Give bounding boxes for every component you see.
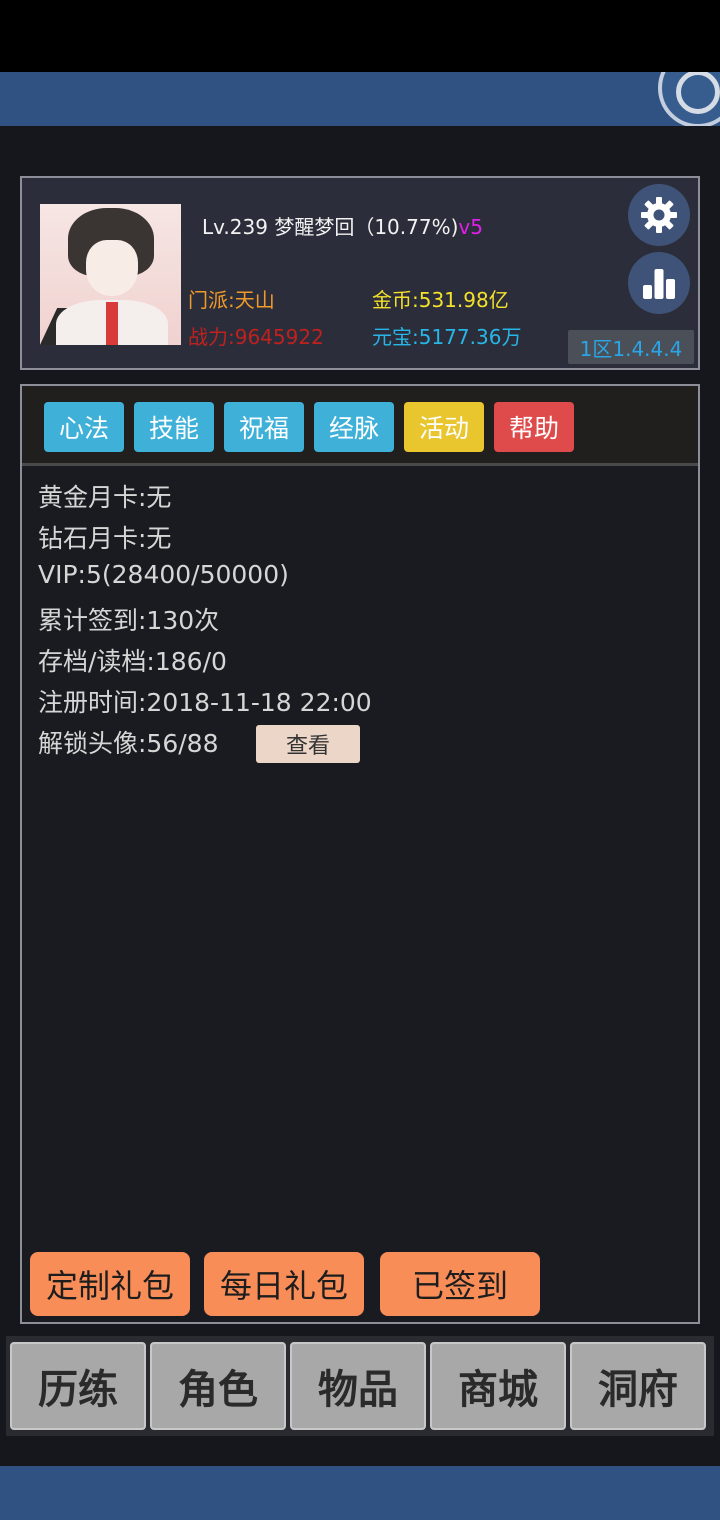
level-name-text: Lv.239 梦醒梦回（10.77%) bbox=[202, 215, 459, 239]
register-time: 注册时间:2018-11-18 22:00 bbox=[38, 688, 372, 717]
nav-character[interactable]: 角色 bbox=[150, 1342, 286, 1430]
nav-training[interactable]: 历练 bbox=[10, 1342, 146, 1430]
gear-icon bbox=[641, 197, 677, 233]
combat-power-text: 战力:9645922 bbox=[188, 325, 324, 349]
nav-shop[interactable]: 商城 bbox=[430, 1342, 566, 1430]
vip-progress: VIP:5(28400/50000) bbox=[38, 560, 289, 589]
tab-meridians[interactable]: 经脉 bbox=[314, 402, 394, 452]
save-load-count: 存档/读档:186/0 bbox=[38, 647, 227, 676]
tab-blessing[interactable]: 祝福 bbox=[224, 402, 304, 452]
signed-in-button[interactable]: 已签到 bbox=[380, 1252, 540, 1316]
tab-mental-method[interactable]: 心法 bbox=[44, 402, 124, 452]
nav-cave-residence[interactable]: 洞府 bbox=[570, 1342, 706, 1430]
checkin-total: 累计签到:130次 bbox=[38, 606, 220, 635]
tab-bar: 心法 技能 祝福 经脉 活动 帮助 bbox=[22, 386, 698, 466]
vip-badge: v5 bbox=[458, 215, 483, 239]
tab-help[interactable]: 帮助 bbox=[494, 402, 574, 452]
profile-card: Lv.239 梦醒梦回（10.77%)v5 门派:天山 战力:9645922 金… bbox=[20, 176, 700, 370]
server-badge: 1区1.4.4.4 bbox=[568, 330, 694, 364]
avatars-unlocked: 解锁头像:56/88 bbox=[38, 729, 219, 758]
bottom-band bbox=[0, 1466, 720, 1520]
gold-card-status: 黄金月卡:无 bbox=[38, 483, 172, 512]
level-and-name: Lv.239 梦醒梦回（10.77%)v5 bbox=[202, 211, 483, 240]
view-avatars-button[interactable]: 查看 bbox=[256, 725, 360, 763]
avatar[interactable] bbox=[40, 204, 181, 345]
diamond-card-status: 钻石月卡:无 bbox=[38, 524, 172, 553]
daily-pack-button[interactable]: 每日礼包 bbox=[204, 1252, 364, 1316]
nav-items[interactable]: 物品 bbox=[290, 1342, 426, 1430]
bottom-nav: 历练 角色 物品 商城 洞府 bbox=[6, 1336, 714, 1436]
gold-coins-text: 金币:531.98亿 bbox=[372, 288, 509, 312]
settings-button[interactable] bbox=[628, 184, 690, 246]
tab-events[interactable]: 活动 bbox=[404, 402, 484, 452]
bar-chart-icon bbox=[643, 269, 675, 299]
sect-text: 门派:天山 bbox=[188, 288, 275, 312]
search-icon[interactable] bbox=[658, 72, 720, 126]
top-header-band bbox=[0, 72, 720, 126]
main-panel: 心法 技能 祝福 经脉 活动 帮助 黄金月卡:无 钻石月卡:无 VIP:5(28… bbox=[20, 384, 700, 1324]
tab-skills[interactable]: 技能 bbox=[134, 402, 214, 452]
custom-pack-button[interactable]: 定制礼包 bbox=[30, 1252, 190, 1316]
stats-button[interactable] bbox=[628, 252, 690, 314]
ingots-text: 元宝:5177.36万 bbox=[372, 325, 522, 349]
status-bar bbox=[0, 0, 720, 72]
